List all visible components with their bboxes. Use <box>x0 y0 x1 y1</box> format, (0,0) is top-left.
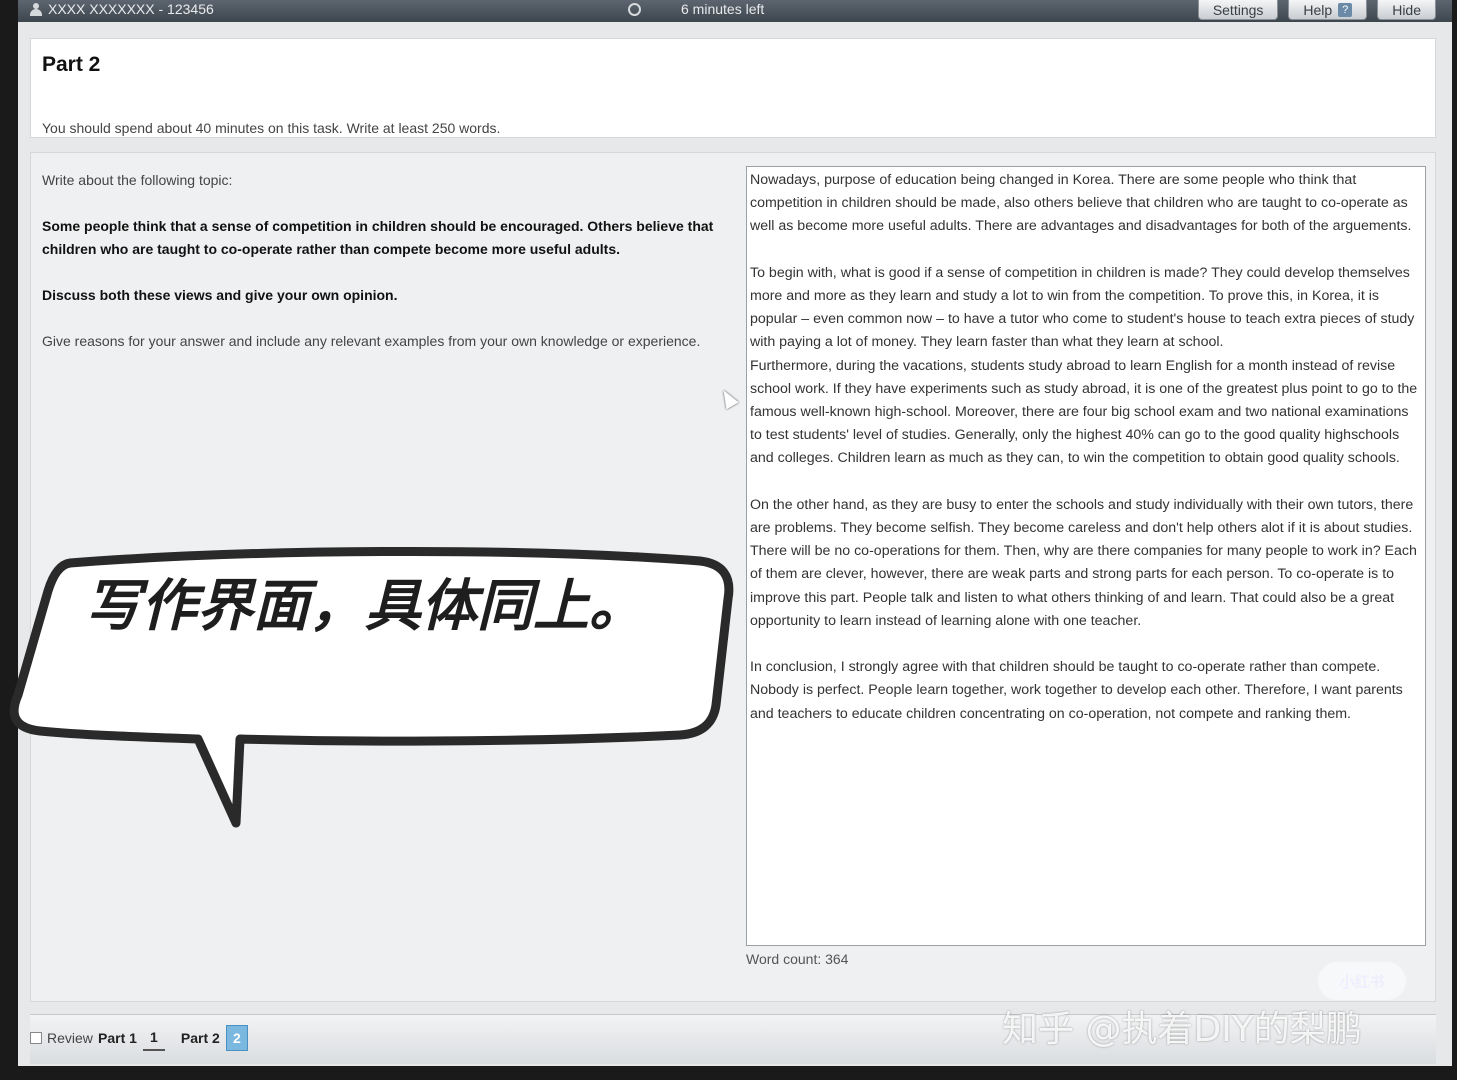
part-2-number[interactable]: 2 <box>225 1025 248 1051</box>
part-2-tab[interactable]: Part 2 2 <box>181 1025 248 1051</box>
watermark-badge: 小红书 <box>1318 962 1406 1000</box>
help-icon: ? <box>1338 2 1353 17</box>
prompt-intro: Write about the following topic: <box>42 172 233 188</box>
prompt-task: Discuss both these views and give your o… <box>42 287 398 303</box>
timer: 6 minutes left <box>628 1 764 17</box>
task-instructions: You should spend about 40 minutes on thi… <box>42 120 501 136</box>
top-buttons: Settings Help? Hide <box>1197 0 1436 20</box>
prompt-guidance: Give reasons for your answer and include… <box>42 333 701 349</box>
watermark-credit: 知乎 @执着DIY的梨鹏 <box>1002 1009 1362 1050</box>
mouse-cursor-icon <box>717 386 739 410</box>
review-label: Review <box>47 1030 93 1046</box>
task-header: Part 2 You should spend about 40 minutes… <box>30 38 1436 138</box>
candidate-info: XXXX XXXXXXX - 123456 <box>30 1 214 17</box>
time-remaining: 6 minutes left <box>681 1 765 17</box>
review-toggle[interactable]: Review <box>30 1030 93 1046</box>
user-icon <box>30 2 42 16</box>
top-bar: XXXX XXXXXXX - 123456 6 minutes left Set… <box>18 0 1452 22</box>
clock-icon <box>628 2 641 16</box>
page-title: Part 2 <box>42 53 101 76</box>
review-checkbox[interactable] <box>30 1032 42 1044</box>
candidate-label: XXXX XXXXXXX - 123456 <box>48 1 214 17</box>
part-navigation: Part 1 1 Part 2 2 <box>98 1025 248 1051</box>
help-button[interactable]: Help? <box>1288 0 1368 20</box>
essay-textarea[interactable]: Nowadays, purpose of education being cha… <box>746 166 1426 946</box>
word-count: Word count: 364 <box>746 951 849 967</box>
hide-button[interactable]: Hide <box>1377 0 1436 20</box>
task-prompt: Write about the following topic: Some pe… <box>42 169 722 376</box>
part-1-number[interactable]: 1 <box>142 1025 165 1051</box>
part-1-tab[interactable]: Part 1 1 <box>98 1025 165 1051</box>
settings-button[interactable]: Settings <box>1197 0 1279 20</box>
prompt-statement: Some people think that a sense of compet… <box>42 218 714 257</box>
speech-bubble-text: 写作界面，具体同上。 <box>85 574 645 639</box>
